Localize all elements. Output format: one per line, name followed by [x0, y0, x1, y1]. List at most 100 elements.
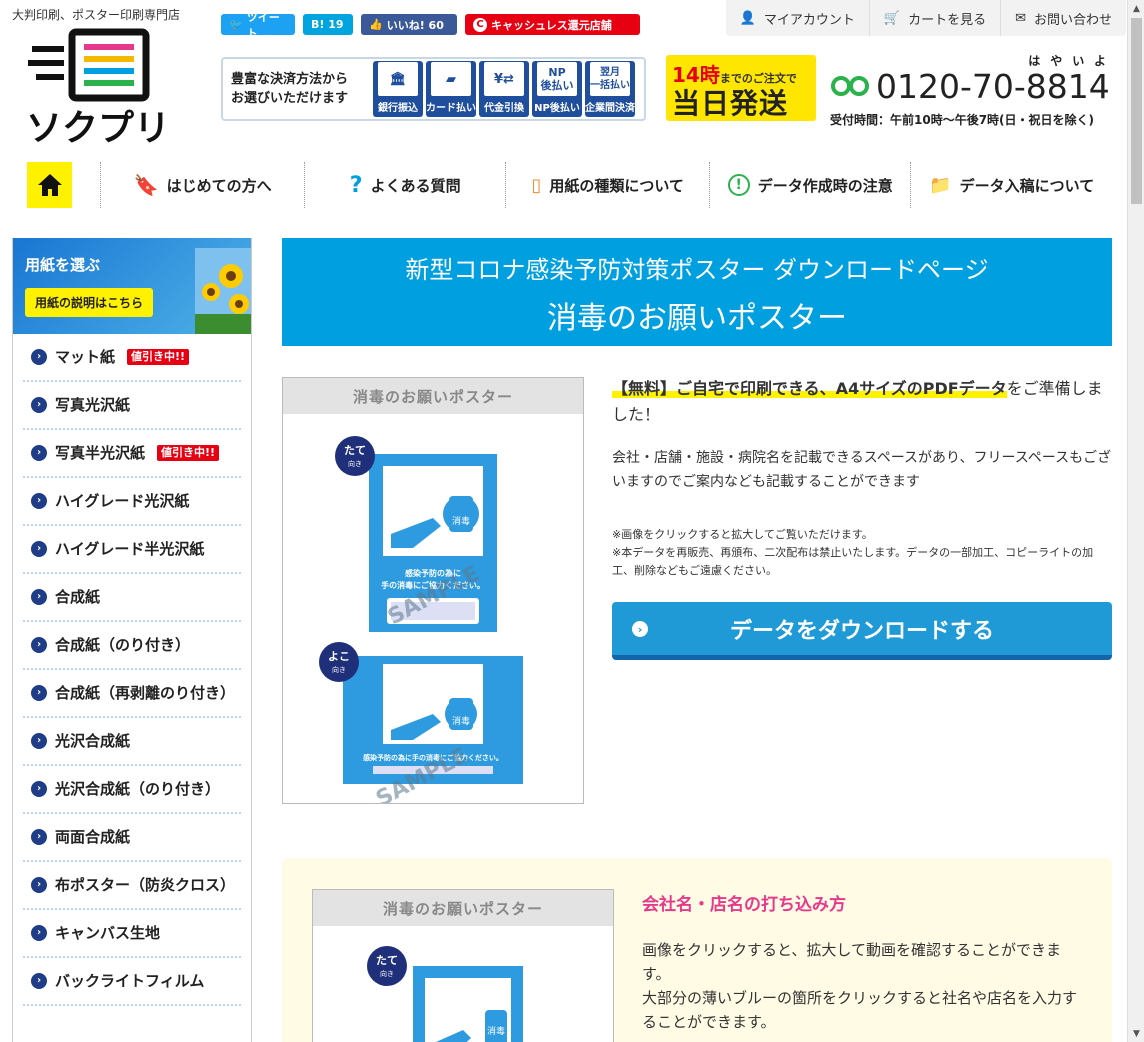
discount-badge: 値引き中!!: [127, 349, 190, 365]
social-buttons: 🐦 ツイート B! 19 👍 いいね! 60 C キャッシュレス還元店舗: [221, 11, 640, 40]
cashless-badge[interactable]: C キャッシュレス還元店舗: [465, 14, 640, 35]
sidebar-item-highgrade-semigloss[interactable]: › ハイグレード半光沢紙: [23, 526, 241, 574]
section-title: 会社名・店名の打ち込み方: [642, 895, 846, 915]
tweet-button[interactable]: 🐦 ツイート: [221, 11, 295, 40]
payment-b2b: 翌月 一括払い 企業間決済: [585, 61, 635, 117]
credit-card-icon: ▰: [431, 62, 471, 96]
payment-bank-transfer: 🏛 銀行振込: [373, 61, 423, 117]
payment-card: ▰ カード払い: [426, 61, 476, 117]
sidebar-item-gloss-synthetic[interactable]: › 光沢合成紙: [23, 718, 241, 766]
poster-preview-2[interactable]: 消毒のお願いポスター 消毒 たて 向き: [312, 889, 614, 1042]
freedial-icon: [830, 69, 870, 105]
paper-icon: ▯: [531, 174, 542, 196]
poster-preview[interactable]: 消毒のお願いポスター 消毒 感染予防の為に 手の消毒にご協力ください。 SAMP…: [282, 377, 584, 812]
info-notes: ※画像をクリックすると拡大してご覧いただけます。 ※本データを再販売、再頒布、二…: [612, 528, 1094, 577]
sidebar-item-matte[interactable]: › マット紙 値引き中!!: [23, 334, 241, 382]
chevron-right-icon: ›: [31, 829, 47, 845]
chevron-right-icon: ›: [31, 685, 47, 701]
paper-description-button[interactable]: 用紙の説明はこちら: [25, 288, 154, 317]
site-logo[interactable]: ソクプリ: [24, 26, 192, 146]
scroll-up-arrow-icon[interactable]: ▲: [1128, 0, 1144, 17]
cart-link[interactable]: 🛒 カートを見る: [868, 0, 1000, 36]
bank-icon: 🏛: [378, 62, 418, 96]
phone-number[interactable]: 0120-70-8814: [876, 69, 1110, 105]
tate-sub-label: 向き: [380, 969, 394, 978]
page-subtitle: 新型コロナ感染予防対策ポスター ダウンロードページ: [405, 256, 989, 284]
poster-preview-image-2: 消毒 たて 向き: [367, 946, 523, 1042]
chevron-right-icon: ›: [31, 397, 47, 413]
home-icon: [37, 174, 62, 196]
nav-data-notes[interactable]: ! データ作成時の注意: [708, 162, 911, 208]
page-hero: 新型コロナ感染予防対策ポスター ダウンロードページ 消毒のお願いポスター: [282, 238, 1112, 346]
page-scrollbar[interactable]: ▲ ▼: [1127, 0, 1144, 1042]
chevron-right-icon: ›: [31, 925, 47, 941]
tate-label: たて: [344, 444, 366, 457]
chevron-right-icon: ›: [31, 445, 47, 461]
paper-sidebar: 用紙を選ぶ 用紙の説明はこちら › マット紙 値引き中!! › 写真光沢紙 › 写真半光…: [12, 238, 252, 1042]
yoko-label: よこ: [328, 650, 350, 663]
nav-paper-types[interactable]: ▯ 用紙の種類について: [505, 162, 709, 208]
chevron-right-icon: ›: [31, 733, 47, 749]
bottle-label: 消毒: [487, 1025, 505, 1037]
sidebar-item-synthetic-adhesive[interactable]: › 合成紙（のり付き）: [23, 622, 241, 670]
sidebar-item-cloth-poster[interactable]: › 布ポスター（防炎クロス）: [23, 862, 241, 910]
paper-list: › マット紙 値引き中!! › 写真光沢紙 › 写真半光沢紙 値引き中!! › ハイグレード…: [13, 334, 251, 1006]
sidebar-item-photo-gloss[interactable]: › 写真光沢紙: [23, 382, 241, 430]
same-day-shipping-banner[interactable]: 14時までのご注文で 当日発送: [666, 55, 816, 121]
chevron-right-icon: ›: [31, 877, 47, 893]
exclamation-icon: !: [727, 174, 750, 196]
scroll-down-arrow-icon[interactable]: ▼: [1128, 1025, 1144, 1042]
cashless-icon: C: [473, 17, 487, 32]
sidebar-item-highgrade-gloss[interactable]: › ハイグレード光沢紙: [23, 478, 241, 526]
my-account-link[interactable]: 👤 マイアカウント: [726, 0, 869, 36]
chevron-right-icon: ›: [31, 589, 47, 605]
payment-methods-banner[interactable]: 豊富な決済方法から お選びいただけます 🏛 銀行振込 ▰ カード払い ¥⇄ 代金…: [221, 57, 646, 121]
nav-beginners[interactable]: 🔖 はじめての方へ: [100, 162, 304, 208]
sidebar-item-synthetic-removable[interactable]: › 合成紙（再剥離のり付き）: [23, 670, 241, 718]
logo-mark: [68, 28, 150, 102]
section-body: 画像をクリックすると、拡大して動画を確認することができます。 大部分の薄いブルー…: [642, 941, 1078, 1031]
download-info: 【無料】ご自宅で印刷できる、A4サイズのPDFデータをご準備しました！ 会社・店…: [612, 376, 1112, 580]
company-name-section: 消毒のお願いポスター 消毒 たて 向き 会社名・店名の打ち込み方 画像をクリック…: [282, 858, 1112, 1042]
sunflower-image: [195, 248, 251, 334]
yoko-sub-label: 向き: [332, 665, 346, 674]
thumbs-up-icon: 👍: [369, 18, 383, 31]
bookmark-icon: 🔖: [133, 173, 159, 197]
business-hours: 受付時間：午前10時～午後7時(日・祝日を除く): [830, 113, 1095, 127]
scrollbar-thumb[interactable]: [1131, 18, 1142, 204]
nav-data-submission[interactable]: 📁 データ入稿について: [910, 162, 1112, 208]
payment-method-list: 🏛 銀行振込 ▰ カード払い ¥⇄ 代金引換 NP 後払い NP後払い 翌月 一…: [373, 61, 635, 117]
chevron-right-icon: ›: [632, 621, 648, 637]
info-description: 会社・店舗・施設・病院名を記載できるスペースがあり、フリースペースもございますの…: [612, 450, 1112, 490]
poster-preview-title: 消毒のお願いポスター: [313, 890, 613, 926]
nav-faq[interactable]: ? よくある質問: [303, 162, 506, 208]
home-button[interactable]: [27, 162, 73, 208]
payment-np-deferred: NP 後払い NP後払い: [532, 61, 582, 117]
hatena-bookmark-button[interactable]: B! 19: [303, 14, 353, 35]
twitter-icon: 🐦: [229, 18, 243, 31]
sidebar-item-canvas[interactable]: › キャンバス生地: [23, 910, 241, 958]
payment-cod: ¥⇄ 代金引換: [479, 61, 529, 117]
top-utility-bar: 👤 マイアカウント 🛒 カートを見る ✉ お問い合わせ: [725, 0, 1126, 36]
facebook-like-button[interactable]: 👍 いいね! 60: [361, 14, 457, 35]
tate-label: たて: [376, 954, 398, 967]
phone-contact: はやいよ 0120-70-8814 受付時間：午前10時～午後7時(日・祝日を除…: [830, 52, 1120, 128]
folder-icon: 📁: [929, 174, 952, 196]
download-button[interactable]: › データをダウンロードする: [612, 602, 1112, 660]
free-pdf-highlight: 【無料】ご自宅で印刷できる、A4サイズのPDFデータ: [612, 379, 1007, 398]
contact-link[interactable]: ✉ お問い合わせ: [1000, 0, 1126, 36]
sidebar-item-gloss-synthetic-adhesive[interactable]: › 光沢合成紙（のり付き）: [23, 766, 241, 814]
sidebar-item-double-sided[interactable]: › 両面合成紙: [23, 814, 241, 862]
site-tagline: 大判印刷、ポスター印刷専門店: [12, 8, 181, 22]
main-nav: 🔖 はじめての方へ ? よくある質問 ▯ 用紙の種類について ! データ作成時の…: [12, 160, 1112, 210]
cash-on-delivery-icon: ¥⇄: [484, 62, 524, 96]
logo-text: ソクプリ: [26, 108, 170, 146]
bottle-label: 消毒: [452, 715, 470, 727]
chevron-right-icon: ›: [31, 781, 47, 797]
user-icon: 👤: [739, 10, 756, 26]
sidebar-item-synthetic[interactable]: › 合成紙: [23, 574, 241, 622]
monthly-billing-icon: 翌月 一括払い: [590, 62, 630, 96]
bottle-label: 消毒: [452, 515, 470, 527]
sidebar-item-photo-semigloss[interactable]: › 写真半光沢紙 値引き中!!: [23, 430, 241, 478]
sidebar-item-backlight-film[interactable]: › バックライトフィルム: [23, 958, 241, 1006]
